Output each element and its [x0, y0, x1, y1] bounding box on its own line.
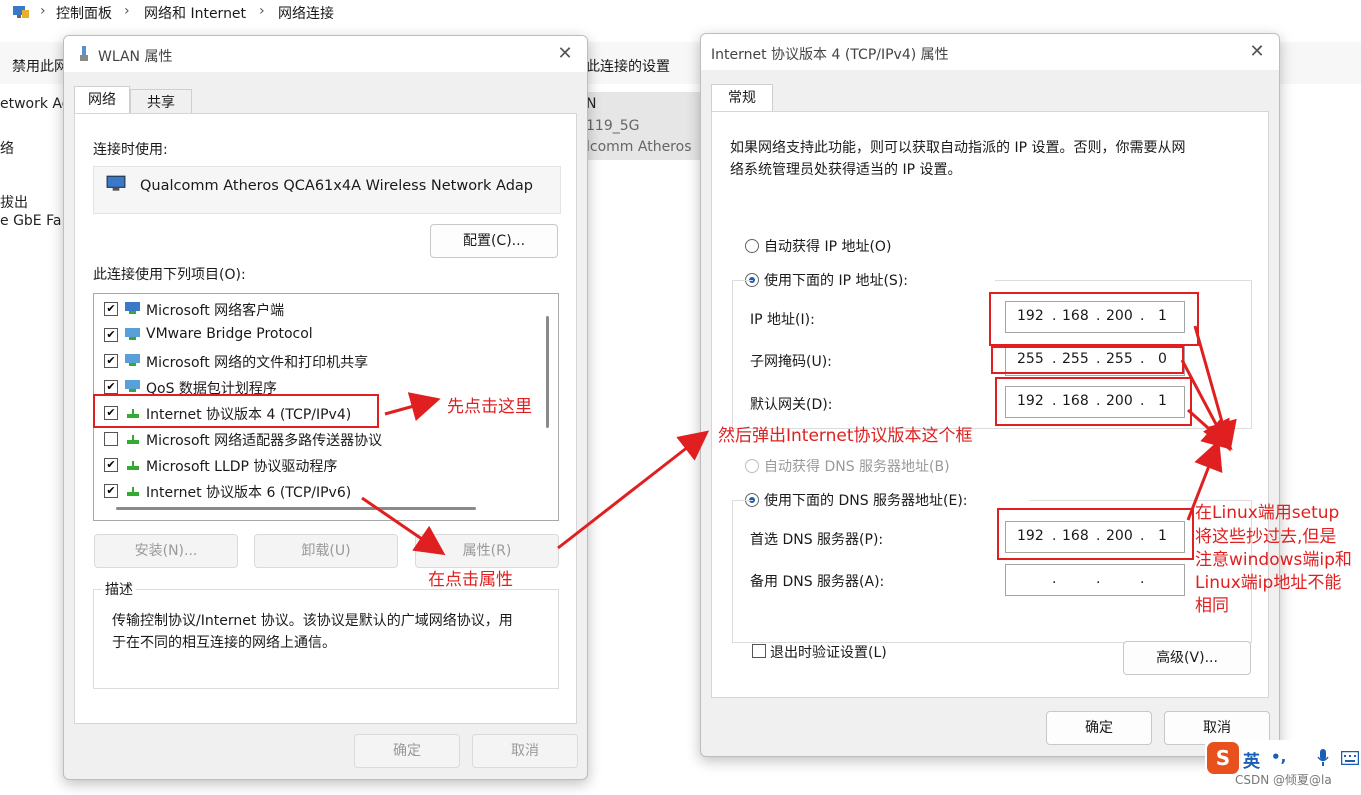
annotation-linux-line4: Linux端ip地址不能	[1195, 573, 1342, 593]
annotation-click-first: 先点击这里	[447, 397, 532, 417]
annotation-linux-line2: 将这些抄过去,但是	[1195, 527, 1337, 547]
annotation-arrows	[361, 325, 1237, 556]
mic-icon[interactable]	[1317, 749, 1329, 767]
tab-network[interactable]: 网络	[74, 86, 130, 113]
keyboard-icon[interactable]	[1341, 751, 1359, 765]
tab-general[interactable]: 常规	[711, 84, 773, 111]
annotation-linux-line1: 在Linux端用setup	[1195, 503, 1340, 523]
annotation-linux-line3: 注意windows端ip和	[1195, 550, 1352, 570]
annotation-linux-line5: 相同	[1195, 596, 1229, 616]
sogou-logo-icon[interactable]: S	[1207, 742, 1239, 774]
watermark: CSDN @倾夏@la	[1235, 773, 1332, 787]
ime-punctuation-toggle[interactable]: •,	[1271, 748, 1286, 766]
annotation-click-properties: 在点击属性	[428, 570, 513, 590]
ime-language-toggle[interactable]: 英	[1243, 747, 1260, 772]
annotation-popup: 然后弹出Internet协议版本这个框	[718, 426, 973, 446]
